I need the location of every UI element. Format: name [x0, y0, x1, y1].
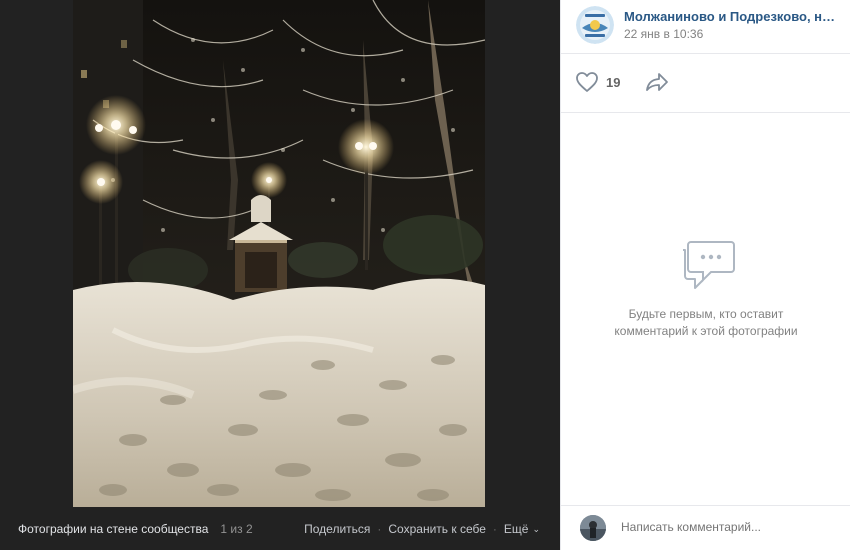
save-to-me-link[interactable]: Сохранить к себе [388, 522, 486, 536]
photo-counter: 1 из 2 [220, 521, 253, 536]
comment-input[interactable] [621, 520, 831, 534]
empty-comments-line: Будьте первым, кто оставит [628, 307, 784, 321]
user-avatar[interactable] [580, 515, 606, 541]
community-name[interactable]: Молжаниново и Подрезково, наде… [624, 9, 839, 24]
comment-bubble-icon [683, 241, 735, 289]
separator-dot: · [492, 521, 497, 536]
heart-icon [576, 72, 598, 92]
album-title[interactable]: Фотографии на стене сообщества [18, 522, 208, 536]
more-label: Ещё [503, 521, 529, 536]
like-count: 19 [606, 74, 621, 90]
empty-comments-state: Будьте первым, кто оставит комментарий к… [561, 236, 850, 340]
share-link[interactable]: Поделиться [304, 522, 370, 536]
photo[interactable] [73, 0, 485, 507]
share-button[interactable] [645, 72, 669, 97]
share-arrow-icon [646, 73, 668, 91]
photo-actions: Поделиться · Сохранить к себе · Ещё ⌄ [304, 522, 540, 536]
empty-comments-text: Будьте первым, кто оставит комментарий к… [561, 306, 850, 340]
comment-composer [561, 505, 850, 550]
photo-viewer: Фотографии на стене сообщества 1 из 2 По… [0, 0, 560, 550]
separator-dot: · [377, 521, 382, 536]
more-menu-button[interactable]: Ещё ⌄ [504, 522, 540, 536]
like-button[interactable]: 19 [575, 71, 620, 93]
viewer-footer: Фотографии на стене сообщества 1 из 2 По… [0, 507, 560, 550]
empty-comments-line: комментарий к этой фотографии [614, 324, 798, 338]
post-date[interactable]: 22 янв в 10:36 [624, 27, 703, 41]
post-actions: 19 [561, 55, 850, 113]
side-panel: Молжаниново и Подрезково, наде… 22 янв в… [560, 0, 850, 550]
community-avatar[interactable] [576, 6, 614, 44]
chevron-down-icon: ⌄ [532, 523, 540, 534]
post-author-block: Молжаниново и Подрезково, наде… 22 янв в… [561, 0, 850, 54]
